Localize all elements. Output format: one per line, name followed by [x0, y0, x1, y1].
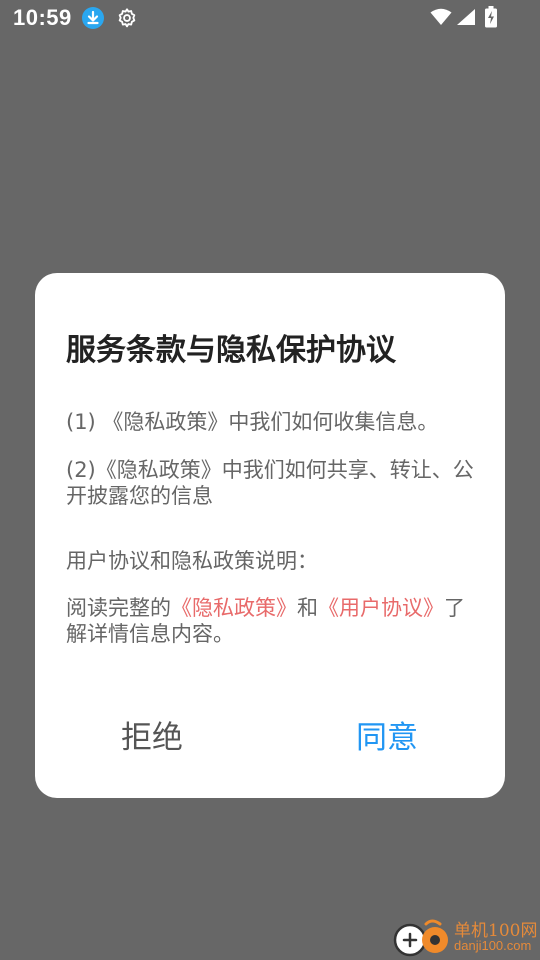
privacy-point-2: (2)《隐私政策》中我们如何共享、转让、公开披露您的信息 [66, 458, 474, 508]
agreement-explanation-text: 阅读完整的《隐私政策》和《用户协议》了解详情信息内容。 [66, 595, 476, 647]
reject-button[interactable]: 拒绝 [121, 713, 183, 763]
user-agreement-link[interactable]: 《用户协议》 [318, 596, 444, 620]
battery-charging-icon [485, 6, 497, 28]
dialog-title: 服务条款与隐私保护协议 [66, 333, 396, 368]
agree-button[interactable]: 同意 [356, 713, 418, 763]
and-text: 和 [297, 596, 318, 620]
watermark: 单机100网 danji100.com [392, 912, 540, 960]
read-prefix: 阅读完整的 [66, 596, 171, 620]
status-bar: 10:59 [0, 0, 540, 36]
wifi-icon [430, 8, 452, 25]
signal-icon [457, 9, 475, 25]
privacy-policy-link[interactable]: 《隐私政策》 [171, 596, 297, 620]
privacy-dialog: 服务条款与隐私保护协议 (1) 《隐私政策》中我们如何收集信息。 (2)《隐私政… [35, 273, 505, 798]
gear-icon [118, 8, 136, 28]
watermark-domain: danji100.com [454, 938, 532, 953]
watermark-logo-icon [393, 919, 448, 957]
privacy-point-1: (1) 《隐私政策》中我们如何收集信息。 [66, 410, 439, 434]
download-icon [82, 7, 104, 29]
agreement-explanation-heading: 用户协议和隐私政策说明： [66, 549, 318, 573]
status-time: 10:59 [13, 5, 72, 30]
